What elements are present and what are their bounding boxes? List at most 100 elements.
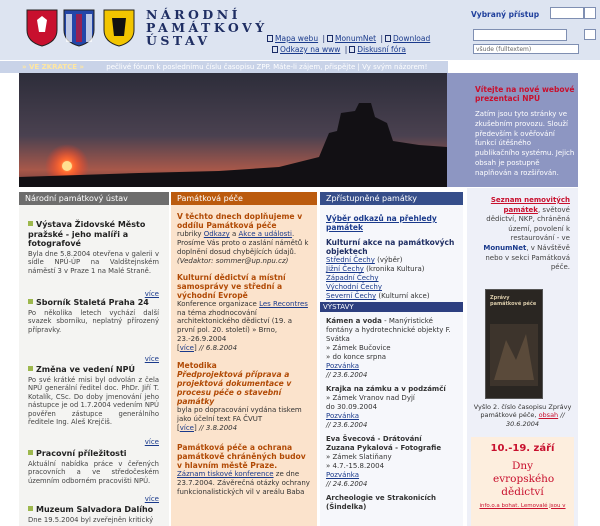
heritage-item-body: Záznam tiskové konference ze dne 23.7.20… [177,470,311,497]
quick-access-input[interactable] [550,7,584,19]
welcome-text: Zatím jsou tyto stránky ve zkušebním pro… [475,110,575,177]
news-text: Aktuální nabídka práce v čeřených pracov… [28,459,159,485]
exhibition-title: Archeologie ve Strakonicích (Šindelka) [326,494,437,511]
search-input[interactable] [473,29,567,41]
rencontres-link[interactable]: Les Recontres [259,300,308,308]
item-date: // 23.6.2004 [326,371,368,379]
heritage-days-block[interactable]: 10.-19. září Dny evropského dědictví inf… [471,436,574,526]
exhibition-item: Kámen a voda - Manýristické fontány a hy… [326,317,457,379]
item-date: // 6.8.2004 [198,344,238,353]
exhibition-place: » Zámek Slatiňany [326,453,392,461]
news-item: Muzeum Salvadora Dalího Dne 19.5.2004 by… [19,505,169,524]
region-link[interactable]: Jižní Čechy [326,265,364,273]
header-nav-row-2: Odkazy na www | Diskusní fóra [272,45,406,54]
nav-links[interactable]: Odkazy na www [280,45,340,54]
exhibition-title: Eva Švecová - Drátování [326,435,422,443]
heritage-item-title[interactable]: Památková péče a ochrana památkově chrán… [177,443,311,470]
forum-icon [349,46,356,53]
invitation-link[interactable]: Pozvánka [326,362,457,371]
news-more-link[interactable]: více [145,355,159,363]
news-title[interactable]: Pracovní příležitosti [36,449,127,458]
links-link[interactable]: Odkazy [204,230,230,238]
region-link[interactable]: Severní Čechy [326,292,376,300]
more-link[interactable]: více [180,424,194,432]
news-more-link[interactable]: více [145,495,159,503]
monumnet-icon [327,35,333,42]
heritage-days-date: 10.-19. září [490,442,555,454]
events-link[interactable]: Akce a události [239,230,292,238]
search-block: Vybraný přístup všude (fulltextem) [441,0,600,60]
more-link[interactable]: více [180,344,194,352]
search-go-button[interactable] [584,29,596,40]
journal-cover-image [490,323,538,386]
exhibition-subtitle: Zuzana Pykalová - Fotografie [326,444,442,452]
invitation-link[interactable]: Pozvánka [326,412,457,421]
column-heading-heritage-care[interactable]: Památková péče [171,192,317,205]
body-text: byla po dopracování vydána tiskem jako ú… [177,406,302,423]
culture-events-title: Kulturní akce na památkových objektech [326,238,455,256]
heritage-item-subtitle: Předprojektová příprava a projektová dok… [177,370,292,407]
ticker-label: » VE ZKRATCE » [22,63,85,71]
welcome-panel: Vítejte na nové webové prezentaci NPÚ Za… [447,73,578,187]
nav-download[interactable]: Download [393,34,430,43]
news-text: Dne 19.5.2004 byl zveřejněn kritický [28,515,154,524]
nav-sitemap[interactable]: Mapa webu [275,34,318,43]
monuments-overview-link[interactable]: Výběr odkazů na přehledy památek [326,214,457,232]
sunset-castle-image [19,73,447,187]
column-heading-accessible-monuments[interactable]: Zpřístupněné památky [320,192,463,205]
bullet-square-icon [28,506,33,511]
region-link[interactable]: Východní Čechy [326,283,382,291]
heritage-item: Kulturní dědictví a místní samosprávy ve… [171,273,317,353]
news-item: Pracovní příležitosti Aktuální nabídka p… [19,449,169,505]
exhibition-place: » Zámek Vranov nad Dyjí [326,394,415,402]
heritage-item-title[interactable]: Kulturní dědictví a místní samosprávy ve… [177,273,311,300]
heritage-care-column: V těchto dnech doplňujeme v oddílu Památ… [171,205,317,526]
journal-contents-link[interactable]: obsah [539,411,559,419]
heritage-item-body: rubriky Odkazy a Akce a události. Prosím… [177,230,311,266]
site-title-line-3: ÚSTAV [146,33,211,48]
editor-contact[interactable]: (Vedaktor: sommer@up.npu.cz) [177,257,311,266]
header: NÁRODNÍ PAMÁTKOVÝ ÚSTAV Mapa webu | Monum… [0,0,600,60]
journal-cover[interactable]: Zprávy památkové péče [485,288,543,399]
news-title[interactable]: Sborník Staletá Praha 24 [36,298,149,307]
nav-monumnet[interactable]: MonumNet [335,34,376,43]
side-column: Seznam nemovitých památek, světové dědic… [467,188,578,526]
news-text: Byla dne 5.8.2004 otevřena v galerii v s… [28,249,159,275]
sitemap-icon [267,35,273,42]
nav-forum[interactable]: Diskusní fóra [357,45,406,54]
region-note: (výběr) [377,256,403,264]
region-link[interactable]: Západní Čechy [326,274,379,282]
news-text: Po své krátké misi byl odvolán z čela NP… [28,375,159,427]
exhibition-item: Archeologie ve Strakonicích (Šindelka) [326,494,457,512]
site-title[interactable]: NÁRODNÍ PAMÁTKOVÝ ÚSTAV [146,8,268,47]
ticker-text[interactable]: pečlivé fórum k poslednímu číslu časopis… [106,63,427,71]
search-scope-select[interactable]: všude (fulltextem) [473,44,579,54]
region-list: Střední Čechy (výběr) Jižní Čechy (kroni… [326,256,457,301]
body-text: a [229,230,239,238]
column-heading-npu[interactable]: Národní památkový ústav [19,192,169,205]
heritage-item-body: byla po dopracování vydána tiskem jako ú… [177,406,302,432]
region-link[interactable]: Střední Čechy [326,256,375,264]
monument-list-block: Seznam nemovitých památek, světové dědic… [467,188,578,273]
heritage-days-link[interactable]: info.o.a bohat. Lemovalé jsou v [471,503,574,509]
news-ticker: » VE ZKRATCE » pečlivé fórum k posledním… [0,61,448,73]
news-item: Sborník Staletá Praha 24 Po několika let… [19,298,169,365]
news-title[interactable]: Muzeum Salvadora Dalího [36,505,153,514]
quick-access-label: Vybraný přístup [471,10,540,19]
heritage-item-title[interactable]: Metodika [177,361,311,370]
npu-news-column: Výstava Židovské Město pražské - jeho ma… [19,205,169,526]
invitation-link[interactable]: Pozvánka [326,471,457,480]
side-monumnet-link[interactable]: MonumNet [483,244,526,252]
news-more-link[interactable]: více [145,438,159,446]
news-more-link[interactable]: více [145,290,159,298]
exhibition-place: » Zámek Bučovice [326,344,391,352]
news-item: Změna ve vedení NPÚ Po své krátké misi b… [19,365,169,449]
bullet-square-icon [28,366,33,371]
news-title[interactable]: Změna ve vedení NPÚ [36,365,135,374]
exhibition-item: Eva Švecová - Drátování Zuzana Pykalová … [326,435,457,488]
quick-access-go-button[interactable] [584,7,596,19]
moravia-crest-icon [63,9,95,47]
press-conference-link[interactable]: Záznam tiskové konference [177,470,274,478]
news-title[interactable]: Výstava Židovské Město pražské - jeho ma… [28,220,145,248]
bullet-square-icon [28,299,33,304]
